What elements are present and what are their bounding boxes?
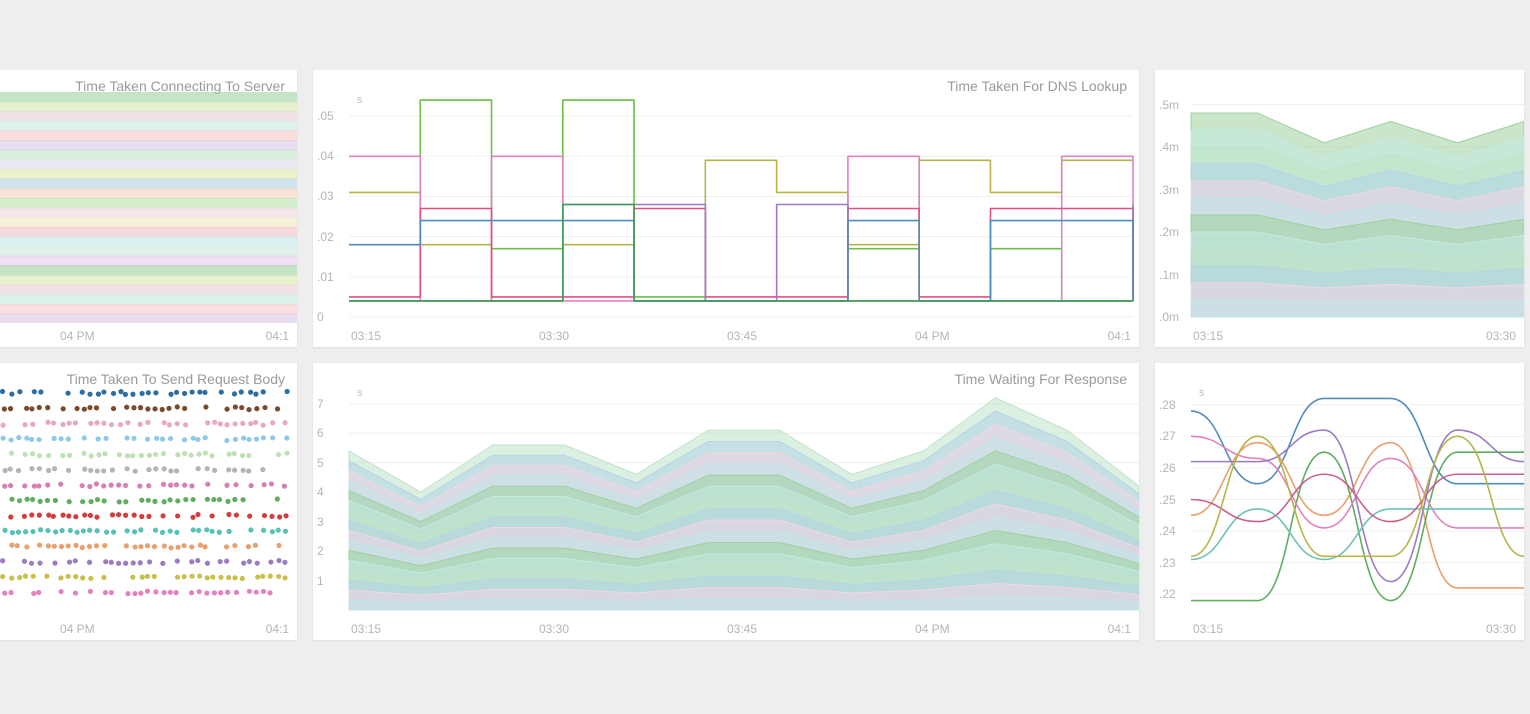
- xaxis-tick: 03:30: [539, 329, 569, 343]
- panel-tr[interactable]: .0m.1m.2m.3m.4m.5m 03:15 03:30: [1155, 70, 1524, 347]
- xaxis-tick: 04:1: [1108, 622, 1131, 636]
- xaxis-tick: 03:30: [1486, 329, 1516, 343]
- xaxis-tick: 03:45: [727, 622, 757, 636]
- chart-scatter-request[interactable]: [0, 385, 297, 616]
- xaxis: 03:15 03:30 03:45 04 PM 04:1: [313, 329, 1139, 343]
- chart-area-waiting[interactable]: 1234567s: [313, 385, 1139, 616]
- xaxis-tick: 04:1: [266, 329, 289, 343]
- xaxis: 03:15 03:30: [1155, 622, 1524, 636]
- chart-area-tr[interactable]: .0m.1m.2m.3m.4m.5m: [1155, 92, 1524, 323]
- chart-line-br[interactable]: .22.23.24.25.26.27.28s: [1155, 385, 1524, 616]
- dashboard-grid: Time Taken Connecting To Server 04 PM04:…: [0, 70, 1530, 656]
- xaxis-tick: 03:15: [351, 329, 381, 343]
- xaxis-tick: 03:15: [1193, 329, 1223, 343]
- xaxis-tick: 04:1: [1108, 329, 1131, 343]
- panel-connecting[interactable]: Time Taken Connecting To Server 04 PM04:…: [0, 70, 297, 347]
- xaxis-tick: 04:1: [266, 622, 289, 636]
- xaxis-tick: 03:15: [1193, 622, 1223, 636]
- xaxis: 04 PM 04:1: [0, 329, 297, 343]
- xaxis: 04 PM 04:1: [0, 622, 297, 636]
- xaxis-tick: 03:30: [1486, 622, 1516, 636]
- chart-area-connecting[interactable]: [0, 92, 297, 323]
- panel-request-body[interactable]: Time Taken To Send Request Body 04 PM04:…: [0, 363, 297, 640]
- xaxis-tick: 03:30: [539, 622, 569, 636]
- xaxis: 03:15 03:30 03:45 04 PM 04:1: [313, 622, 1139, 636]
- panel-dns[interactable]: Time Taken For DNS Lookup 0.01.02.03.04.…: [313, 70, 1139, 347]
- xaxis-tick: 03:45: [727, 329, 757, 343]
- panel-br[interactable]: .22.23.24.25.26.27.28s 03:15 03:30: [1155, 363, 1524, 640]
- xaxis-tick: 04 PM: [60, 329, 95, 343]
- xaxis-tick: 04 PM: [915, 329, 950, 343]
- panel-waiting[interactable]: Time Waiting For Response 1234567s 03:15…: [313, 363, 1139, 640]
- xaxis-tick: 03:15: [351, 622, 381, 636]
- xaxis-tick: 04 PM: [60, 622, 95, 636]
- xaxis: 03:15 03:30: [1155, 329, 1524, 343]
- xaxis-tick: 04 PM: [915, 622, 950, 636]
- chart-line-dns[interactable]: 0.01.02.03.04.05s: [313, 92, 1139, 323]
